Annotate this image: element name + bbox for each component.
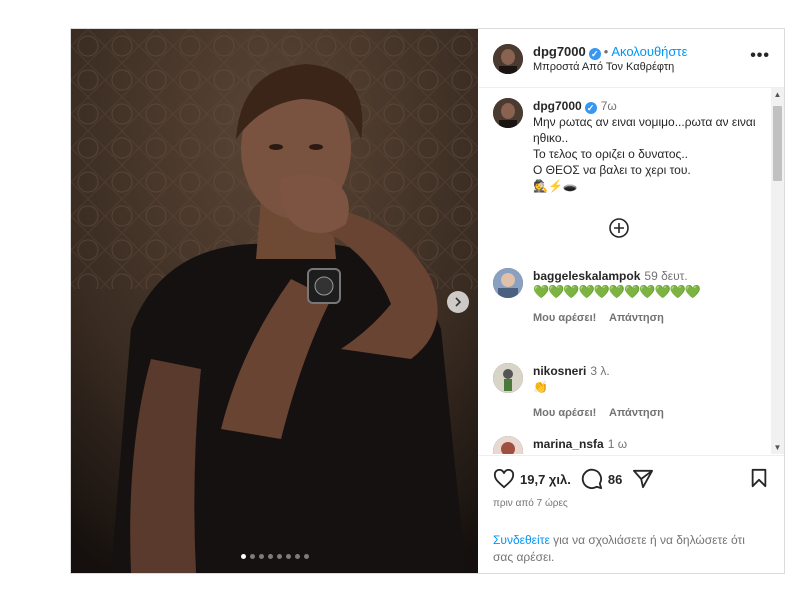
caption-line: Το τελος το οριζει ο δυνατος.. <box>533 147 688 161</box>
likes-count[interactable]: 19,7 χιλ. <box>520 472 571 487</box>
follow-button[interactable]: Ακολουθήστε <box>611 44 687 59</box>
like-button[interactable] <box>493 469 515 489</box>
commenter-avatar[interactable] <box>493 268 523 298</box>
caption-emoji: 🕵️⚡🕳️ <box>533 179 578 193</box>
comment-item: marina_nsfa 1 ω <box>493 436 763 454</box>
comments-count: 86 <box>607 471 623 487</box>
post-actions: 19,7 χιλ. 86 πριν από 7 ώρες Συνδεθείτε … <box>479 455 784 574</box>
verified-badge-icon: ✓ <box>588 48 601 60</box>
carousel-dot <box>285 554 291 559</box>
comment-like-button[interactable]: Μου αρέσει! <box>533 312 596 324</box>
caption-line: Ο ΘΕΟΣ να βαλει το χερι του. <box>533 163 691 177</box>
heart-icon <box>493 469 515 489</box>
carousel-dot <box>303 554 309 559</box>
caption-avatar[interactable] <box>493 98 523 128</box>
login-link[interactable]: Συνδεθείτε <box>493 533 550 547</box>
post-header: dpg7000 ✓ • Ακολουθήστε Μπροστά Από Τον Καθ… <box>479 29 784 88</box>
carousel-indicator <box>71 554 478 559</box>
separator: • <box>603 44 609 59</box>
verified-badge-icon: ✓ <box>584 102 597 114</box>
comment-text: 💚💚💚💚💚💚💚💚💚💚💚 <box>533 284 701 299</box>
author-avatar[interactable] <box>493 44 523 74</box>
login-prompt: Συνδεθείτε για να σχολιάσετε ή να δηλώσε… <box>493 532 768 566</box>
comment-text: 👏 <box>533 380 548 394</box>
comments-scroll-area[interactable]: dpg7000 ✓ 7ω Μην ρωτας αν ειναι νομιμο...ρ… <box>479 88 784 454</box>
share-button[interactable] <box>632 469 654 489</box>
comment-time: 3 λ. <box>590 364 610 378</box>
caption: dpg7000 ✓ 7ω Μην ρωτας αν ειναι νομιμο...ρ… <box>493 98 771 194</box>
caption-line: Μην ρωτας αν ειναι νομιμο...ρωτα αν εινα… <box>533 115 756 145</box>
post-dialog: dpg7000 ✓ • Ακολουθήστε Μπροστά Από Τον Καθ… <box>70 28 785 574</box>
carousel-dot <box>258 554 264 559</box>
caption-time: 7ω <box>600 99 617 113</box>
more-options-button[interactable]: ••• <box>750 47 770 65</box>
comment-username[interactable]: nikosneri <box>533 364 586 378</box>
comment-button[interactable] <box>581 468 603 490</box>
caption-username[interactable]: dpg7000 <box>533 99 582 113</box>
author-username[interactable]: dpg7000 <box>533 44 586 59</box>
load-more-comments-icon[interactable] <box>609 218 629 238</box>
scrollbar-thumb[interactable] <box>773 106 782 181</box>
carousel-dot <box>294 554 300 559</box>
comment-like-button[interactable]: Μου αρέσει! <box>533 407 596 419</box>
comment-icon <box>581 468 602 490</box>
comment-reply-button[interactable]: Απάντηση <box>609 407 664 419</box>
carousel-dot <box>276 554 282 559</box>
share-icon <box>633 469 654 489</box>
chevron-right-icon <box>455 297 462 307</box>
comment-time: 59 δευτ. <box>644 269 688 283</box>
comment-item: baggeleskalampok 59 δευτ. 💚💚💚💚💚💚💚💚💚💚💚 Μου… <box>493 268 763 326</box>
carousel-next-button[interactable] <box>447 291 469 313</box>
post-sidebar: dpg7000 ✓ • Ακολουθήστε Μπροστά Από Τον Καθ… <box>479 29 784 573</box>
post-timestamp: πριν από 7 ώρες <box>493 498 568 509</box>
comment-username[interactable]: marina_nsfa <box>533 437 604 451</box>
bookmark-icon <box>751 468 767 488</box>
scroll-up-icon[interactable]: ▲ <box>771 88 784 101</box>
post-photo <box>71 29 478 573</box>
comment-time: 1 ω <box>607 437 628 451</box>
comment-item: nikosneri 3 λ. 👏 Μου αρέσει! Απάντηση <box>493 363 763 421</box>
commenter-avatar[interactable] <box>493 363 523 393</box>
carousel-dot <box>240 554 246 559</box>
comment-username[interactable]: baggeleskalampok <box>533 269 640 283</box>
scroll-down-icon[interactable]: ▼ <box>771 441 784 454</box>
post-media[interactable] <box>71 29 478 573</box>
comment-reply-button[interactable]: Απάντηση <box>609 312 664 324</box>
comments-scrollbar[interactable]: ▲ ▼ <box>771 88 784 454</box>
carousel-dot <box>249 554 255 559</box>
carousel-dot <box>267 554 273 559</box>
commenter-avatar[interactable] <box>493 436 523 454</box>
save-button[interactable] <box>750 468 768 493</box>
post-location[interactable]: Μπροστά Από Τον Καθρέφτη <box>533 61 674 73</box>
